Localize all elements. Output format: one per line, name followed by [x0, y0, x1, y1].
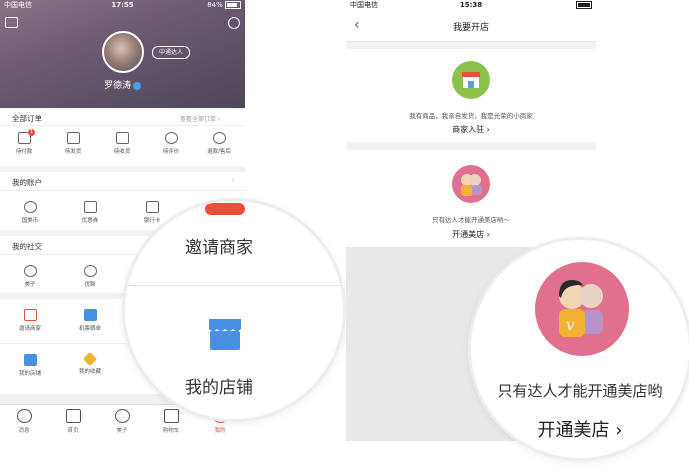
clock-text: 15:38	[459, 1, 483, 9]
store-icon	[209, 319, 241, 350]
battery-icon	[576, 1, 592, 9]
tab-home[interactable]: 首页	[53, 409, 93, 434]
user-name: 罗德涛	[103, 81, 131, 91]
tab-meizi[interactable]: 美子	[102, 409, 142, 434]
settings-icon[interactable]	[228, 17, 240, 29]
divider	[125, 285, 343, 286]
coin-icon	[23, 201, 37, 213]
social-title: 我的社交	[12, 242, 42, 251]
zoom-lens-left: 邀请商家 我的店铺	[125, 201, 343, 419]
refund-icon	[212, 132, 226, 144]
planet-icon	[23, 265, 37, 277]
orders-title: 全部订单	[12, 114, 42, 123]
box-icon	[66, 132, 80, 144]
lens-open-meidian-link[interactable]: 开通美店 ›	[471, 416, 689, 442]
truck-icon	[115, 132, 129, 144]
open-meidian-link[interactable]: 开通美店 ›	[346, 229, 596, 240]
talent-section[interactable]: 只有达人才能开通美店哟～ 开通美店 ›	[346, 150, 596, 247]
divider	[0, 190, 245, 191]
home-icon	[65, 409, 81, 423]
coupon-button[interactable]: 优惠券	[70, 201, 110, 224]
merchant-store-icon	[452, 61, 490, 99]
chat-icon	[83, 265, 97, 277]
orders-section: 全部订单 查看全部订单 › 待付款 1 待发货 待收货 待评价 退款/售后	[0, 109, 245, 166]
star-icon	[82, 351, 98, 367]
comment-icon	[164, 132, 178, 144]
status-bar: 中国电信 15:38	[346, 0, 596, 11]
talent-couple-icon	[452, 165, 490, 203]
account-arrow-icon[interactable]: ›	[232, 177, 234, 184]
merchant-section[interactable]: 我有商品，我亲自发货，我是光荣的小商家 商家入驻 ›	[346, 49, 596, 142]
ticket-icon	[83, 309, 97, 321]
divider	[0, 125, 245, 126]
status-badge: 中通达人	[152, 46, 191, 59]
card-icon	[145, 201, 159, 213]
talent-couple-icon: v	[535, 262, 629, 356]
coupon-icon	[83, 201, 97, 213]
invite-icon	[205, 203, 245, 215]
page-title: 我要开店	[452, 23, 489, 33]
my-store-button[interactable]: 我的店铺	[10, 354, 50, 377]
zoom-lens-right: v 只有达人才能开通美店哟 开通美店 ›	[471, 240, 689, 458]
planet-icon	[114, 409, 130, 423]
my-favorites-button[interactable]: 我的收藏	[70, 351, 110, 375]
nav-bar: ‹ 我要开店	[346, 11, 596, 42]
cart-icon	[163, 409, 179, 423]
battery-text: 84%	[207, 1, 223, 9]
scan-icon[interactable]	[5, 17, 18, 28]
tab-cart[interactable]: 购物车	[151, 409, 191, 434]
account-title: 我的账户	[12, 178, 42, 187]
meizi-button[interactable]: 美子	[10, 265, 50, 288]
coin-button[interactable]: 国美币	[10, 201, 50, 224]
pending-payment-button[interactable]: 待付款	[4, 132, 44, 155]
pending-receipt-button[interactable]: 待收货	[102, 132, 142, 155]
lens-my-store-label: 我的店铺	[185, 378, 253, 398]
battery-icon	[225, 1, 241, 9]
invite-icon	[23, 309, 37, 321]
verified-icon	[133, 81, 141, 90]
status-bar: 中国电信 17:55 84%	[0, 0, 245, 11]
ticket-share-button[interactable]: 机票晒单	[70, 309, 110, 332]
lens-talent-description: 只有达人才能开通美店哟	[497, 382, 663, 400]
pending-shipment-button[interactable]: 待发货	[53, 132, 93, 155]
tab-message[interactable]: 消息	[4, 409, 44, 434]
svg-text:v: v	[566, 316, 575, 334]
bank-card-button[interactable]: 银行卡	[132, 201, 172, 224]
lens-invite-merchant-label: 邀请商家	[185, 238, 253, 258]
view-all-orders-link[interactable]: 查看全部订单 ›	[180, 114, 220, 123]
message-icon	[16, 409, 32, 423]
talent-description: 只有达人才能开通美店哟～	[432, 216, 510, 224]
avatar[interactable]	[102, 31, 144, 73]
pending-review-button[interactable]: 待评价	[151, 132, 191, 155]
store-icon	[23, 354, 37, 366]
merchant-description: 我有商品，我亲自发货，我是光荣的小商家	[409, 112, 533, 120]
merchant-join-link[interactable]: 商家入驻 ›	[346, 124, 596, 135]
profile-header: 中国电信 17:55 84% 中通达人 罗德涛	[0, 0, 245, 108]
pending-payment-badge: 1	[28, 129, 35, 136]
invite-merchant-button[interactable]: 邀请商家	[10, 309, 50, 332]
youliao-button[interactable]: 优聊	[70, 265, 110, 288]
refund-button[interactable]: 退款/售后	[199, 132, 239, 155]
